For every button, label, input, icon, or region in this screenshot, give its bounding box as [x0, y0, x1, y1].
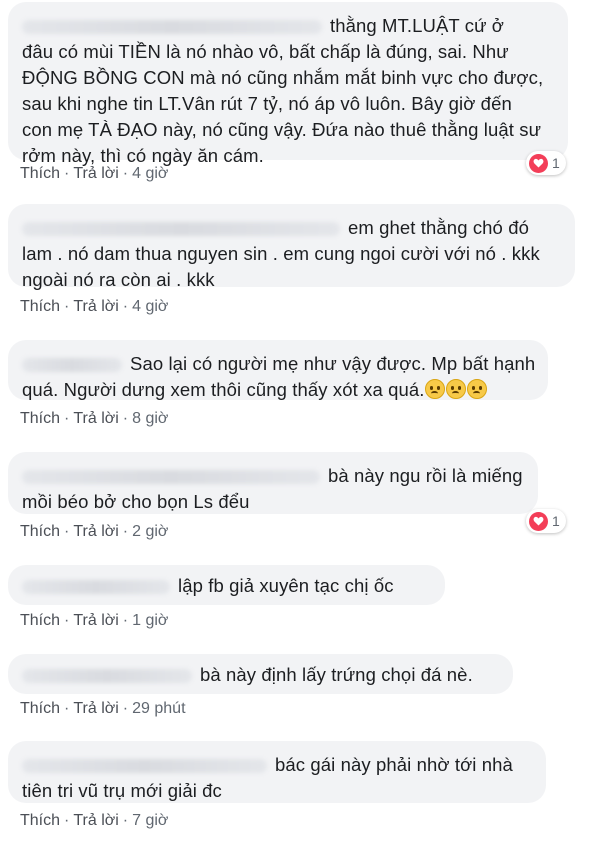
author-name[interactable]	[22, 20, 322, 35]
reply-link[interactable]: Trả lời	[73, 298, 118, 315]
comment-text-line: bà này ngu rồi là miếng	[328, 465, 523, 486]
like-link[interactable]: Thích	[20, 410, 60, 427]
sad-face-emoji	[446, 379, 467, 399]
reaction-count: 1	[552, 513, 560, 529]
comment-text-line: em ghet thằng chó đó	[348, 217, 529, 238]
like-link[interactable]: Thích	[20, 812, 60, 829]
comment-bubble: bà này định lấy trứng chọi đá nè.	[8, 654, 513, 694]
comment-text-line: ngoài nó ra còn ai . kkk	[22, 269, 215, 290]
comment-actions: Thích · Trả lời · 1 giờ	[20, 612, 169, 629]
author-name[interactable]	[22, 470, 320, 485]
comment-text-line: mồi béo bở cho bọn Ls đểu	[22, 491, 250, 512]
like-link[interactable]: Thích	[20, 612, 60, 629]
like-link[interactable]: Thích	[20, 523, 60, 540]
comment-bubble: bác gái này phải nhờ tới nhà tiên tri vũ…	[8, 741, 546, 803]
comment-actions: Thích · Trả lời · 4 giờ	[20, 165, 169, 182]
comment-bubble: thằng MT.LUẬT cứ ở đâu có mùi TIỀN là nó…	[8, 2, 568, 166]
comment-text-line: ĐỘNG BỒNG CON mà nó cũng nhắm mắt binh v…	[22, 67, 544, 88]
comment-text-line: thằng MT.LUẬT cứ ở	[330, 15, 505, 36]
reaction-badge[interactable]: 1	[526, 151, 566, 175]
comment-text-line: bác gái này phải nhờ tới nhà	[275, 754, 513, 775]
reaction-badge[interactable]: 1	[526, 509, 566, 533]
comment-bubble: bà này ngu rồi là miếng mồi béo bở cho b…	[8, 452, 538, 514]
author-name[interactable]	[22, 222, 340, 237]
like-link[interactable]: Thích	[20, 700, 60, 717]
timestamp[interactable]: 2 giờ	[132, 523, 168, 540]
comment-text-line: bà này định lấy trứng chọi đá nè.	[200, 664, 473, 685]
author-name[interactable]	[22, 358, 122, 373]
comment-actions: Thích · Trả lời · 2 giờ	[20, 523, 169, 540]
comment-actions: Thích · Trả lời · 8 giờ	[20, 410, 169, 427]
comment-bubble: em ghet thằng chó đó lam . nó dam thua n…	[8, 204, 575, 290]
timestamp[interactable]: 29 phút	[132, 700, 185, 717]
sad-face-emoji	[467, 379, 488, 399]
comment-actions: Thích · Trả lời · 29 phút	[20, 700, 186, 717]
author-name[interactable]	[22, 580, 170, 595]
comment-text-line: con mẹ TÀ ĐẠO này, nó cũng vậy. Đứa nào …	[22, 119, 542, 140]
timestamp[interactable]: 7 giờ	[132, 812, 168, 829]
reply-link[interactable]: Trả lời	[73, 812, 118, 829]
heart-icon	[529, 511, 548, 531]
reply-link[interactable]: Trả lời	[73, 410, 118, 427]
comment-text-line: lập fb giả xuyên tạc chị ốc	[178, 575, 394, 596]
reply-link[interactable]: Trả lời	[73, 165, 118, 182]
timestamp[interactable]: 8 giờ	[132, 410, 168, 427]
comment-text-line: sau khi nghe tin LT.Vân rút 7 tỷ, nó áp …	[22, 93, 512, 114]
timestamp[interactable]: 4 giờ	[132, 165, 168, 182]
comment-text-line: lam . nó dam thua nguyen sin . em cung n…	[22, 243, 540, 264]
reply-link[interactable]: Trả lời	[73, 612, 118, 629]
comment-text-line: tiên tri vũ trụ mới giải đc	[22, 780, 222, 801]
comment-actions: Thích · Trả lời · 7 giờ	[20, 812, 169, 829]
comment-actions: Thích · Trả lời · 4 giờ	[20, 298, 169, 315]
comment-text-line: quá. Người dưng xem thôi cũng thấy xót x…	[22, 379, 425, 400]
reaction-count: 1	[552, 155, 560, 171]
comment-text-line: Sao lại có người mẹ như vậy được. Mp bất…	[130, 353, 536, 374]
like-link[interactable]: Thích	[20, 298, 60, 315]
timestamp[interactable]: 1 giờ	[132, 612, 168, 629]
timestamp[interactable]: 4 giờ	[132, 298, 168, 315]
reply-link[interactable]: Trả lời	[73, 523, 118, 540]
comment-bubble: lập fb giả xuyên tạc chị ốc	[8, 565, 445, 605]
like-link[interactable]: Thích	[20, 165, 60, 182]
reply-link[interactable]: Trả lời	[73, 700, 118, 717]
author-name[interactable]	[22, 759, 267, 774]
comment-bubble: Sao lại có người mẹ như vậy được. Mp bất…	[8, 340, 548, 400]
comment-text-line: đâu có mùi TIỀN là nó nhào vô, bất chấp …	[22, 41, 509, 62]
author-name[interactable]	[22, 669, 192, 684]
sad-face-emoji	[425, 379, 446, 399]
heart-icon	[529, 153, 548, 173]
